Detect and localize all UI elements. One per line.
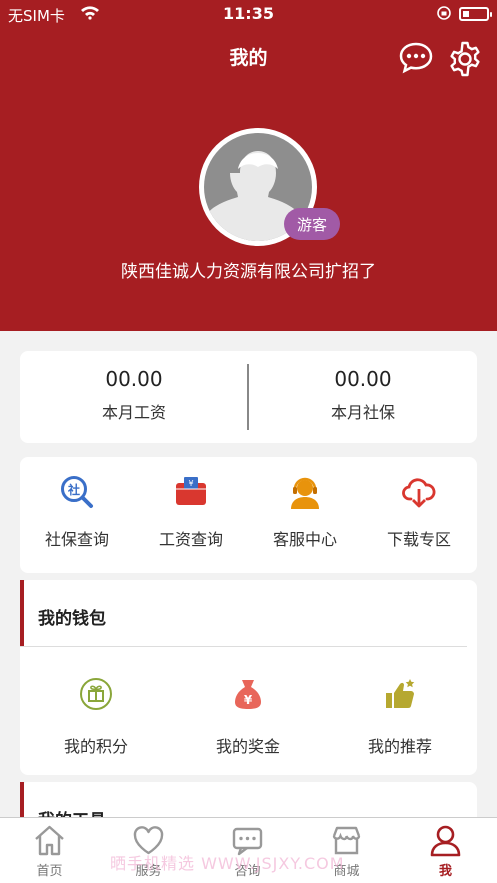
quick-link-label: 工资查询 bbox=[158, 530, 223, 549]
settings-button[interactable] bbox=[446, 40, 484, 78]
quick-link-label: 社保查询 bbox=[44, 530, 109, 549]
orientation-lock-icon bbox=[436, 5, 452, 25]
quick-link-download[interactable]: 下载专区 bbox=[362, 457, 476, 573]
svg-text:¥: ¥ bbox=[244, 693, 253, 707]
quick-link-label: 下载专区 bbox=[386, 530, 451, 549]
svg-text:社: 社 bbox=[67, 482, 80, 497]
wallet-section-header: 我的钱包 bbox=[20, 580, 477, 646]
tab-me[interactable]: 我 bbox=[396, 818, 495, 883]
social-insurance-value: 00.00 bbox=[334, 367, 392, 391]
social-insurance-label: 本月社保 bbox=[330, 403, 395, 422]
thumbs-up-icon bbox=[386, 679, 415, 708]
customer-service-icon bbox=[291, 477, 319, 509]
tab-label: 我 bbox=[438, 864, 452, 879]
tab-label: 首页 bbox=[36, 864, 63, 879]
message-button[interactable] bbox=[398, 40, 434, 76]
quick-link-label: 客服中心 bbox=[272, 530, 337, 549]
guest-badge: 游客 bbox=[284, 208, 340, 240]
salary-wallet-icon: ¥ bbox=[176, 477, 206, 505]
quick-link-salary[interactable]: ¥ 工资查询 bbox=[134, 457, 248, 573]
section-accent-bar bbox=[20, 580, 24, 646]
gear-icon bbox=[450, 41, 480, 77]
tab-home[interactable]: 首页 bbox=[0, 818, 99, 883]
quick-link-social-insurance[interactable]: 社 社保查询 bbox=[20, 457, 134, 573]
wallet-item-label: 我的积分 bbox=[63, 737, 128, 756]
user-icon bbox=[430, 825, 461, 857]
social-insurance-stat[interactable]: 00.00 本月社保 bbox=[249, 351, 477, 443]
wallet-item-label: 我的奖金 bbox=[215, 737, 280, 756]
svg-text:¥: ¥ bbox=[188, 479, 193, 488]
home-icon bbox=[35, 825, 64, 856]
wallet-item-bonus[interactable]: ¥ 我的奖金 bbox=[172, 647, 324, 775]
wallet-item-referral[interactable]: 我的推荐 bbox=[324, 647, 476, 775]
monthly-stats-card: 00.00 本月工资 00.00 本月社保 bbox=[20, 351, 477, 443]
quick-link-customer-service[interactable]: 客服中心 bbox=[248, 457, 362, 573]
profile-header: 我的 游客 陕西佳诚人力资源有限公司扩招了 bbox=[0, 0, 497, 331]
clock: 11:35 bbox=[223, 4, 274, 23]
wallet-item-label: 我的推荐 bbox=[367, 737, 432, 756]
salary-label: 本月工资 bbox=[101, 403, 166, 422]
gift-points-icon bbox=[80, 678, 112, 710]
salary-stat[interactable]: 00.00 本月工资 bbox=[20, 351, 248, 443]
chat-bubble-icon bbox=[399, 42, 433, 74]
wallet-card: 我的钱包 我的积分 ¥ 我的奖金 我的推荐 bbox=[20, 580, 477, 775]
watermark-text: 晒手机精选 WWW.JSJXY.COM bbox=[110, 854, 345, 873]
status-bar: 无SIM卡 11:35 bbox=[0, 0, 497, 28]
cloud-download-icon bbox=[402, 478, 436, 508]
quick-links-card: 社 社保查询 ¥ 工资查询 客服中心 下载专区 bbox=[20, 457, 477, 573]
battery-icon bbox=[459, 7, 492, 21]
company-name: 陕西佳诚人力资源有限公司扩招了 bbox=[121, 262, 376, 282]
wallet-item-points[interactable]: 我的积分 bbox=[20, 647, 172, 775]
social-insurance-search-icon: 社 bbox=[61, 476, 93, 508]
salary-value: 00.00 bbox=[105, 367, 163, 391]
money-bag-icon: ¥ bbox=[235, 680, 261, 709]
wallet-title: 我的钱包 bbox=[38, 609, 106, 629]
